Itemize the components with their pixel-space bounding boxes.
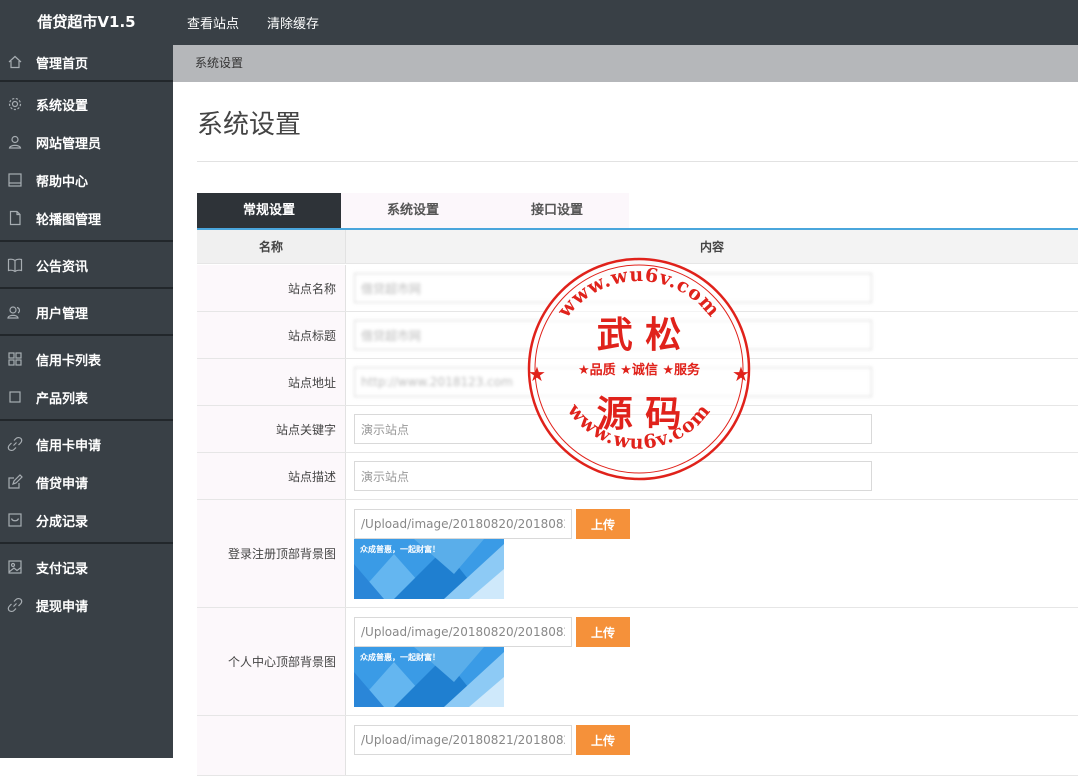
sidebar-item-carousel[interactable]: 轮播图管理 (0, 201, 173, 235)
sidebar-item-label: 管理首页 (36, 56, 89, 72)
sidebar-item-label: 信用卡列表 (36, 353, 102, 369)
file-icon (7, 210, 23, 226)
inbox-icon (7, 512, 23, 528)
sidebar-item-label: 支付记录 (36, 561, 89, 577)
sidebar-item-label: 信用卡申请 (36, 438, 102, 454)
table-row: 站点地址 (197, 359, 1078, 406)
sidebar-item-label: 提现申请 (36, 599, 89, 615)
image-icon (7, 559, 23, 575)
sidebar-item-loan-apply[interactable]: 借贷申请 (0, 465, 173, 499)
sidebar-item-label: 网站管理员 (36, 136, 102, 152)
field-label: 站点描述 (197, 453, 346, 499)
banner-slogan: 众成普惠，一起财富！ (360, 544, 440, 554)
image-path-input[interactable] (354, 725, 572, 755)
site-name-input[interactable] (354, 273, 872, 303)
sidebar-item-payments[interactable]: 支付记录 (0, 550, 173, 584)
square-icon (7, 389, 23, 405)
field-label: 登录注册顶部背景图 (197, 500, 346, 607)
edit-icon (7, 474, 23, 490)
table-row: 站点描述 (197, 453, 1078, 500)
sidebar-item-label: 借贷申请 (36, 476, 89, 492)
user-icon (7, 134, 23, 150)
sidebar-item-settings[interactable]: 系统设置 (0, 87, 173, 121)
divider (197, 161, 1078, 162)
upload-button[interactable]: 上传 (576, 617, 630, 647)
sidebar-item-home[interactable]: 管理首页 (0, 45, 173, 79)
divider (0, 240, 173, 242)
site-description-input[interactable] (354, 461, 872, 491)
sidebar: 管理首页 系统设置 网站管理员 帮助中心 轮播图管理 公告资讯 用户管理 信用卡… (0, 45, 173, 758)
site-url-input[interactable] (354, 367, 872, 397)
divider (0, 287, 173, 289)
sidebar-item-card-apply[interactable]: 信用卡申请 (0, 427, 173, 461)
sidebar-item-label: 公告资讯 (36, 259, 89, 275)
link-icon (7, 436, 23, 452)
divider (0, 419, 173, 421)
field-label: 站点标题 (197, 312, 346, 358)
top-bar: 借贷超市V1.5 查看站点 清除缓存 (0, 0, 1078, 45)
sidebar-item-help[interactable]: 帮助中心 (0, 163, 173, 197)
table-row: 站点关键字 (197, 406, 1078, 453)
clear-cache-link[interactable]: 清除缓存 (253, 0, 333, 45)
upload-button[interactable]: 上传 (576, 725, 630, 755)
divider (0, 542, 173, 544)
header-content: 内容 (346, 230, 1078, 263)
sidebar-item-news[interactable]: 公告资讯 (0, 248, 173, 282)
field-label: 站点名称 (197, 265, 346, 311)
app-logo: 借贷超市V1.5 (37, 13, 136, 31)
monitor-icon (7, 172, 23, 188)
tab-interface[interactable]: 接口设置 (485, 193, 629, 229)
top-nav: 查看站点 清除缓存 (173, 0, 333, 45)
table-row: 站点标题 (197, 312, 1078, 359)
sidebar-item-label: 用户管理 (36, 306, 89, 322)
table-row: 个人中心顶部背景图 上传 众成普惠，一起财富！ (197, 608, 1078, 716)
users-icon (7, 304, 23, 320)
view-site-link[interactable]: 查看站点 (173, 0, 253, 45)
field-label: 站点关键字 (197, 406, 346, 452)
breadcrumb: 系统设置 (173, 45, 1078, 82)
login-bg-path-input[interactable] (354, 509, 572, 539)
page-title: 系统设置 (197, 110, 302, 140)
site-keywords-input[interactable] (354, 414, 872, 444)
banner-slogan: 众成普惠，一起财富！ (360, 652, 440, 662)
sidebar-item-users[interactable]: 用户管理 (0, 295, 173, 329)
divider (0, 334, 173, 336)
sidebar-item-products[interactable]: 产品列表 (0, 380, 173, 414)
tab-bar: 常规设置 系统设置 接口设置 (197, 193, 629, 229)
field-label (197, 716, 346, 775)
sidebar-item-label: 产品列表 (36, 391, 89, 407)
sidebar-item-withdraw[interactable]: 提现申请 (0, 588, 173, 622)
table-header: 名称 内容 (197, 230, 1078, 264)
sidebar-item-commission[interactable]: 分成记录 (0, 503, 173, 537)
field-label: 个人中心顶部背景图 (197, 608, 346, 715)
gear-icon (7, 96, 23, 112)
login-bg-thumbnail: 众成普惠，一起财富！ (354, 539, 504, 599)
table-row: 上传 (197, 716, 1078, 776)
sidebar-item-label: 分成记录 (36, 514, 89, 530)
link-icon (7, 597, 23, 613)
header-name: 名称 (197, 230, 346, 263)
sidebar-item-label: 帮助中心 (36, 174, 89, 190)
sidebar-item-label: 轮播图管理 (36, 212, 102, 228)
upload-button[interactable]: 上传 (576, 509, 630, 539)
table-row: 站点名称 (197, 265, 1078, 312)
book-icon (7, 257, 23, 273)
table-row: 登录注册顶部背景图 上传 众成普惠，一起财富！ (197, 500, 1078, 608)
profile-bg-path-input[interactable] (354, 617, 572, 647)
sidebar-item-credit-cards[interactable]: 信用卡列表 (0, 342, 173, 376)
tab-general[interactable]: 常规设置 (197, 193, 341, 229)
tab-system[interactable]: 系统设置 (341, 193, 485, 229)
divider (0, 80, 173, 82)
profile-bg-thumbnail: 众成普惠，一起财富！ (354, 647, 504, 707)
grid-icon (7, 351, 23, 367)
sidebar-item-admins[interactable]: 网站管理员 (0, 125, 173, 159)
sidebar-item-label: 系统设置 (36, 98, 89, 114)
field-label: 站点地址 (197, 359, 346, 405)
home-icon (7, 54, 23, 70)
breadcrumb-current: 系统设置 (195, 56, 244, 70)
site-title-input[interactable] (354, 320, 872, 350)
